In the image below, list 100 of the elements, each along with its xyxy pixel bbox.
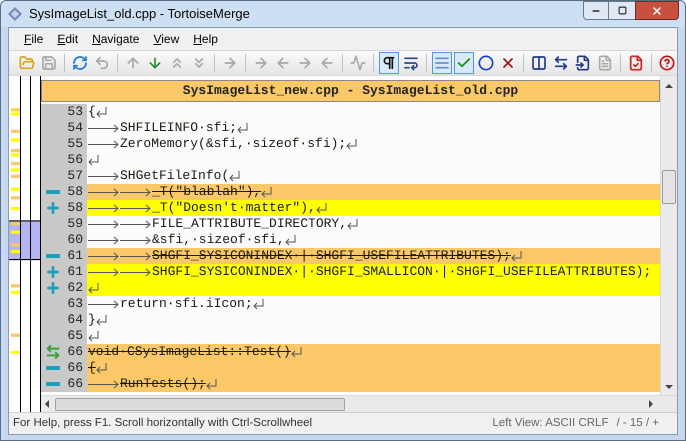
lines-icon xyxy=(434,55,450,71)
tab-arrow-icon xyxy=(120,252,152,260)
tab-arrow-icon xyxy=(88,236,120,244)
line-number: 56 xyxy=(67,151,83,170)
double-arrow-icon xyxy=(45,344,61,360)
scrollbar-thumb[interactable] xyxy=(662,170,676,204)
line-end-icon xyxy=(96,362,107,374)
undo-icon xyxy=(94,55,110,71)
tab-arrow-icon xyxy=(88,220,120,228)
line-number: 61 xyxy=(67,263,83,282)
line-number: 66 xyxy=(67,359,83,378)
scroll-up-icon xyxy=(665,84,673,88)
line-end-icon xyxy=(88,330,99,342)
refresh-icon xyxy=(72,55,88,71)
code-text: _T("Doesn't·matter"), xyxy=(152,199,316,218)
line-end-icon xyxy=(261,186,272,198)
line-number: 59 xyxy=(67,215,83,234)
left-arrow-icon xyxy=(274,55,291,71)
line-end-icon xyxy=(206,378,217,390)
tab-arrow-icon xyxy=(88,380,120,388)
import-icon xyxy=(574,55,591,71)
line-end-icon xyxy=(88,154,99,166)
code-text: ZeroMemory(&sfi,·sizeof·sfi); xyxy=(120,135,346,154)
window-title: SysImageList_old.cpp - TortoiseMerge xyxy=(29,5,251,24)
right-arrow-icon xyxy=(252,55,269,71)
line-end-icon xyxy=(347,218,358,230)
line-number: 63 xyxy=(67,295,83,314)
wrap-text-icon xyxy=(402,55,419,71)
code-text: SHGetFileInfo( xyxy=(120,167,230,186)
app-icon xyxy=(7,6,23,22)
menu-item[interactable]: Navigate xyxy=(87,30,144,48)
line-end-icon xyxy=(510,250,522,262)
swap-icon xyxy=(552,55,569,71)
line-end-icon xyxy=(96,106,107,118)
line-number: 66 xyxy=(67,375,83,394)
menu-item[interactable]: Edit xyxy=(52,30,84,48)
close-button[interactable] xyxy=(635,1,679,20)
horizontal-scrollbar[interactable] xyxy=(41,395,677,412)
tab-arrow-icon xyxy=(88,300,120,308)
scroll-right-icon xyxy=(649,400,653,408)
status-view-text: Left View: ASCII CRLF xyxy=(492,416,608,431)
menu-item[interactable]: Help xyxy=(188,30,223,48)
code-text: } xyxy=(88,311,96,330)
maximize-button[interactable] xyxy=(609,1,635,20)
save-icon xyxy=(41,55,58,71)
line-end-icon xyxy=(237,122,248,134)
tab-arrow-icon xyxy=(120,268,152,276)
tab-arrow-icon xyxy=(88,188,120,196)
code-text: SHGFI_SYSICONINDEX·|·SHGFI_SMALLICON·|·SHGFI_USEFILEATTRIBUTES); xyxy=(152,263,652,282)
code-text: { xyxy=(88,103,96,122)
tab-arrow-icon xyxy=(88,124,120,132)
code-text: return·sfi.iIcon; xyxy=(120,295,253,314)
code-text: void·CSysImageList::Test() xyxy=(88,343,291,362)
code-text: RunTests(); xyxy=(120,375,206,394)
line-end-icon xyxy=(316,202,327,214)
toolbar-button[interactable] xyxy=(378,52,399,74)
status-help-text: For Help, press F1. Scroll horizontally with Ctrl-Scrollwheel xyxy=(13,416,314,431)
code-text: FILE_ATTRIBUTE_DIRECTORY, xyxy=(152,215,348,234)
minimize-button[interactable] xyxy=(583,1,609,20)
document-check-icon xyxy=(628,55,644,71)
plus-icon xyxy=(45,200,61,216)
line-number: 64 xyxy=(67,311,83,330)
maximize-icon xyxy=(618,6,626,15)
tab-arrow-icon xyxy=(88,172,120,180)
line-end-icon xyxy=(346,138,358,150)
menu-item[interactable]: View xyxy=(148,30,184,48)
scroll-down-icon xyxy=(665,385,673,389)
page-icon xyxy=(596,55,613,71)
line-end-icon xyxy=(229,170,240,182)
line-number: 65 xyxy=(67,327,83,346)
tab-arrow-icon xyxy=(88,204,120,212)
tab-arrow-icon xyxy=(120,188,152,196)
line-number: 60 xyxy=(67,231,83,250)
tab-arrow-icon xyxy=(88,252,120,260)
line-end-icon xyxy=(252,298,264,310)
open-folder-icon xyxy=(19,55,36,71)
line-number: 55 xyxy=(67,135,83,154)
close-icon xyxy=(651,4,663,16)
columns-icon xyxy=(530,55,547,71)
line-number: 61 xyxy=(67,247,83,266)
scroll-left-icon xyxy=(45,400,49,408)
code-text: &sfi,·sizeof·sfi, xyxy=(152,231,285,250)
code-text: { xyxy=(88,359,96,378)
status-counter-text: / - 15 / + xyxy=(616,416,659,431)
line-number: 66 xyxy=(67,343,83,362)
line-end-icon xyxy=(96,314,107,326)
line-number: 53 xyxy=(67,103,83,122)
vertical-scrollbar[interactable] xyxy=(660,76,677,395)
line-end-icon xyxy=(88,282,99,294)
line-end-icon xyxy=(284,234,296,246)
scrollbar-thumb[interactable] xyxy=(55,398,345,410)
line-end-icon xyxy=(290,346,302,358)
line-number: 58 xyxy=(67,183,83,202)
tab-arrow-icon xyxy=(120,220,152,228)
minus-icon xyxy=(46,382,60,386)
help-icon xyxy=(658,55,675,71)
code-text: SHFILEINFO·sfi; xyxy=(120,119,238,138)
plus-icon xyxy=(45,264,61,280)
menu-item[interactable]: File xyxy=(19,30,48,48)
plus-icon xyxy=(45,280,61,296)
